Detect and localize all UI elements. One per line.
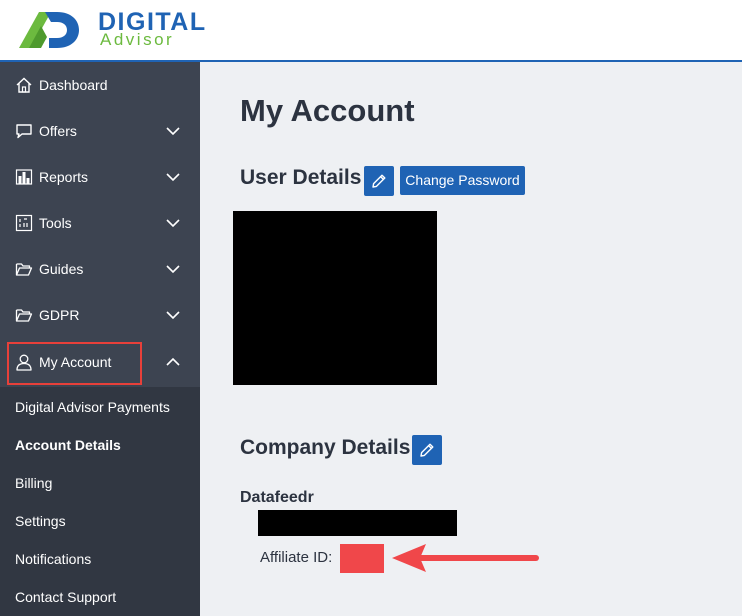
change-password-button[interactable]: Change Password — [400, 166, 525, 195]
chevron-up-icon[interactable] — [166, 355, 180, 369]
highlight-annotation — [7, 342, 142, 385]
chevron-down-icon[interactable] — [166, 262, 180, 276]
page-title: My Account — [240, 93, 415, 128]
affiliate-id-label: Affiliate ID: — [260, 549, 333, 566]
chevron-down-icon[interactable] — [166, 170, 180, 184]
submenu-item-settings[interactable]: Settings — [15, 512, 66, 530]
redacted-company-info — [258, 510, 457, 536]
home-icon — [16, 77, 32, 93]
arrow-left-annotation-icon — [392, 544, 539, 572]
company-details-heading: Company Details — [240, 436, 411, 459]
bar-chart-icon — [15, 169, 33, 185]
submenu-item-payments[interactable]: Digital Advisor Payments — [15, 398, 170, 416]
folder-icon — [15, 309, 33, 322]
sidebar-item-dashboard[interactable]: Dashboard — [0, 62, 200, 108]
main-content: My Account User Details Change Password … — [200, 62, 742, 616]
my-account-submenu: Digital Advisor Payments Account Details… — [0, 387, 200, 616]
sidebar-item-gdpr[interactable]: GDPR — [0, 292, 200, 338]
chat-bubble-icon — [16, 124, 32, 139]
pencil-icon — [372, 174, 386, 188]
sidebar-item-label: Offers — [39, 123, 77, 139]
sidebar-item-tools[interactable]: Tools — [0, 200, 200, 246]
sidebar-item-label: Reports — [39, 169, 89, 185]
sidebar: Dashboard Offers Reports Tools Guides GD… — [0, 62, 200, 616]
top-header: DIGITAL Advisor — [0, 0, 742, 62]
chevron-down-icon[interactable] — [166, 124, 180, 138]
redacted-user-info — [233, 211, 437, 385]
redacted-affiliate-id — [340, 544, 384, 573]
sidebar-item-label: GDPR — [39, 307, 80, 323]
sidebar-item-reports[interactable]: Reports — [0, 154, 200, 200]
folder-icon — [15, 263, 33, 276]
user-details-heading: User Details — [240, 166, 362, 189]
submenu-item-notifications[interactable]: Notifications — [15, 550, 91, 568]
submenu-item-contact-support[interactable]: Contact Support — [15, 588, 116, 606]
digital-advisor-logo-icon[interactable] — [19, 10, 79, 48]
edit-user-details-button[interactable] — [364, 166, 394, 196]
sidebar-item-label: Guides — [39, 261, 84, 277]
submenu-item-account-details[interactable]: Account Details — [15, 436, 121, 454]
chevron-down-icon[interactable] — [166, 216, 180, 230]
sidebar-item-label: Dashboard — [39, 77, 108, 93]
company-name: Datafeedr — [240, 489, 314, 506]
sidebar-item-label: Tools — [39, 215, 72, 231]
chevron-down-icon[interactable] — [166, 308, 180, 322]
sidebar-item-offers[interactable]: Offers — [0, 108, 200, 154]
pencil-icon — [420, 443, 434, 457]
tools-grid-icon — [15, 214, 33, 232]
submenu-item-billing[interactable]: Billing — [15, 474, 52, 492]
sidebar-item-guides[interactable]: Guides — [0, 246, 200, 292]
brand-subname: Advisor — [100, 30, 175, 49]
edit-company-details-button[interactable] — [412, 435, 442, 465]
